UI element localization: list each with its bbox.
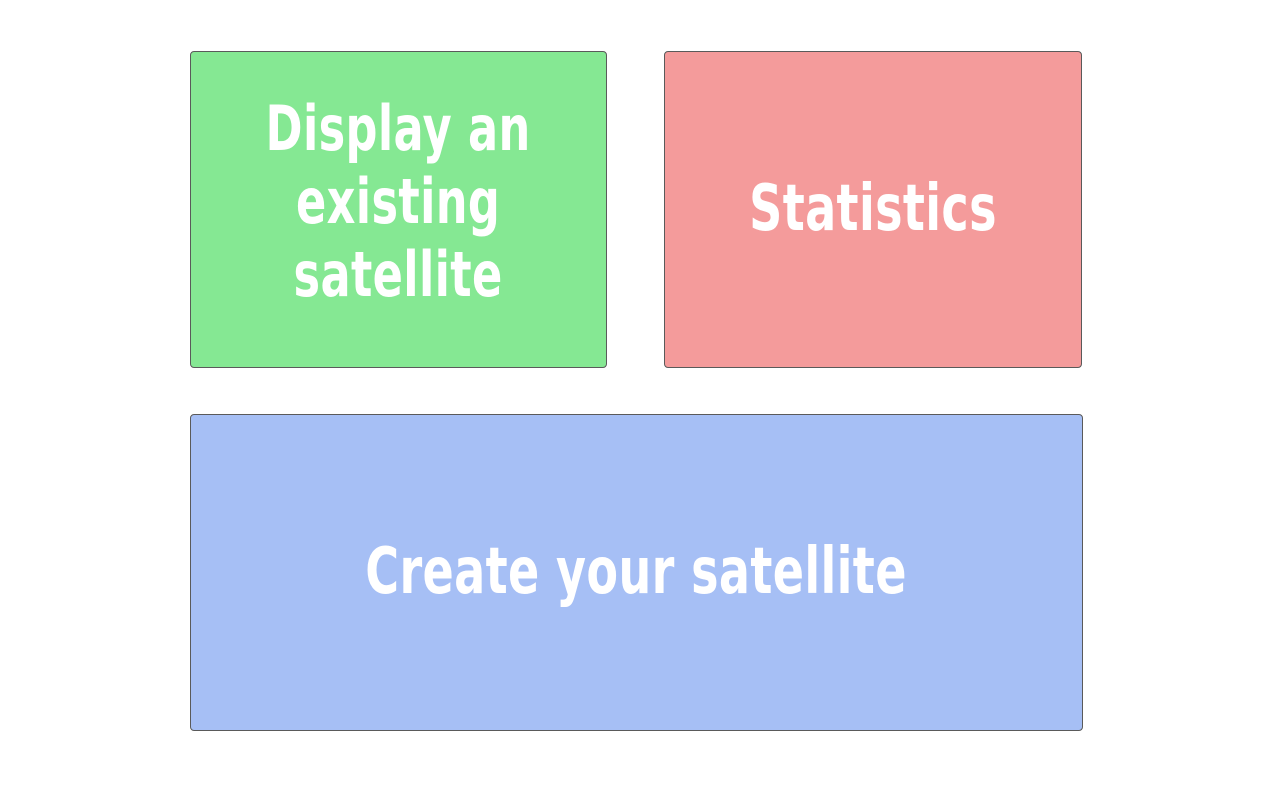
display-existing-satellite-label-line-1: Display an	[265, 91, 532, 165]
statistics-button[interactable]: Statistics	[664, 51, 1082, 368]
display-existing-satellite-button[interactable]: Display an existing satellite	[190, 51, 607, 368]
display-existing-satellite-label-line-2: existing	[296, 164, 501, 238]
statistics-label: Statistics	[749, 172, 997, 246]
create-satellite-button[interactable]: Create your satellite	[190, 414, 1083, 731]
create-satellite-label: Create your satellite	[365, 535, 908, 609]
display-existing-satellite-label: Display an existing satellite	[266, 92, 531, 311]
display-existing-satellite-label-line-3: satellite	[293, 237, 504, 311]
